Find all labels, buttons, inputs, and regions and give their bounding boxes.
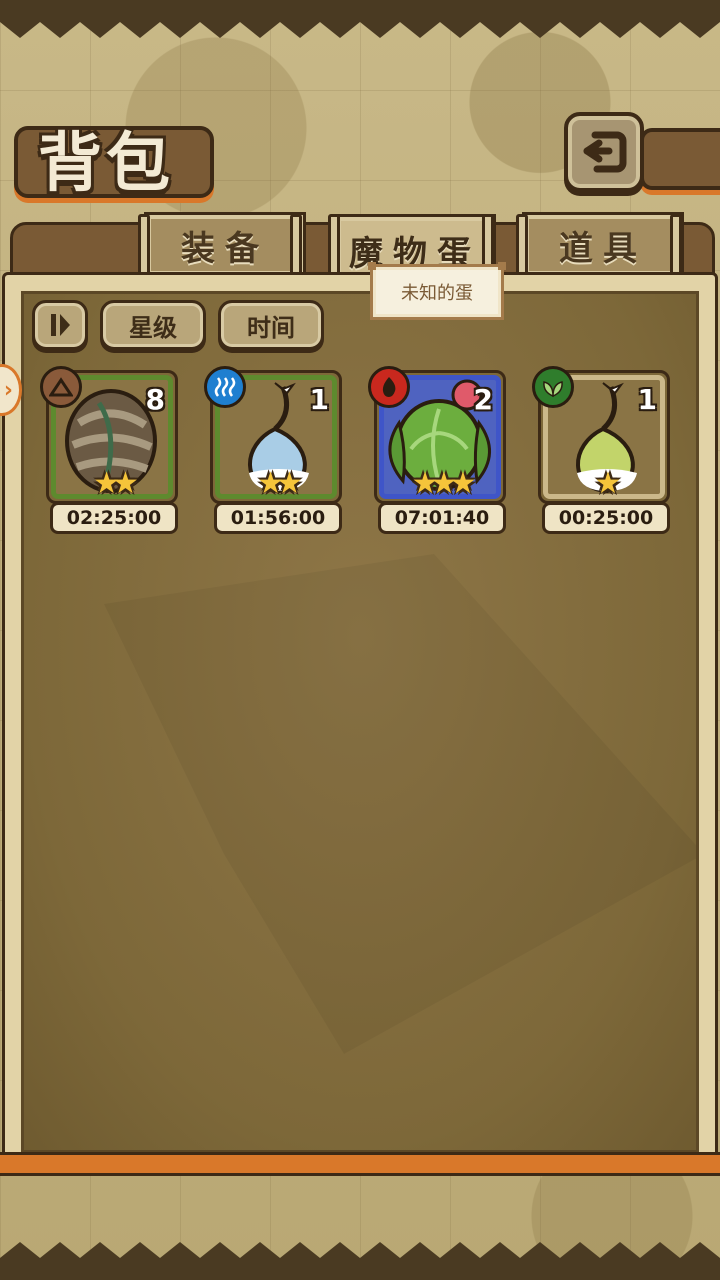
tab-label: 装备: [181, 228, 269, 269]
back-button-plate: [640, 128, 720, 190]
sort-toggle-icon: [51, 314, 70, 336]
earth-element-icon: [40, 366, 82, 408]
tab-items[interactable]: 道具: [522, 212, 684, 278]
star-rating: ★: [594, 466, 622, 501]
sort-by-time-button[interactable]: 时间: [218, 300, 324, 350]
star-rating: ★★★: [411, 466, 477, 501]
egg-count: 2: [473, 383, 493, 416]
tab-post: [516, 214, 528, 280]
sort-toggle-button[interactable]: [32, 300, 88, 350]
top-zigzag-border: [0, 0, 720, 38]
grass-element-icon: [532, 366, 574, 408]
hatch-timer: 02:25:00: [50, 502, 178, 534]
egg-count: 1: [637, 383, 657, 416]
hatch-timer: 07:01:40: [378, 502, 506, 534]
hatch-timer: 01:56:00: [214, 502, 342, 534]
tooltip: 未知的蛋: [368, 262, 506, 320]
tab-label: 道具: [559, 228, 647, 269]
tab-post: [670, 214, 682, 280]
tooltip-text: 未知的蛋: [401, 283, 473, 304]
hatch-timer: 00:25:00: [542, 502, 670, 534]
panel-bottom-strip: [0, 1152, 720, 1176]
star-rating: ★★: [257, 466, 303, 501]
back-button[interactable]: [564, 112, 644, 192]
water-element-icon: [204, 366, 246, 408]
egg-count: 8: [145, 383, 165, 416]
tab-equipment[interactable]: 装备: [144, 212, 306, 278]
page-title: 背包: [38, 126, 174, 201]
back-arrow-icon: [583, 131, 627, 173]
fire-element-icon: [368, 366, 410, 408]
sort-label: 时间: [247, 313, 295, 342]
bottom-zigzag-border: [0, 1242, 720, 1280]
sort-label: 星级: [129, 313, 177, 342]
egg-count: 1: [309, 383, 329, 416]
chevron-right-icon: ›: [3, 377, 13, 403]
sort-by-star-button[interactable]: 星级: [100, 300, 206, 350]
tab-post: [290, 214, 302, 280]
star-rating: ★★: [93, 466, 139, 501]
tab-post: [138, 214, 150, 280]
tab-post: [328, 214, 340, 280]
